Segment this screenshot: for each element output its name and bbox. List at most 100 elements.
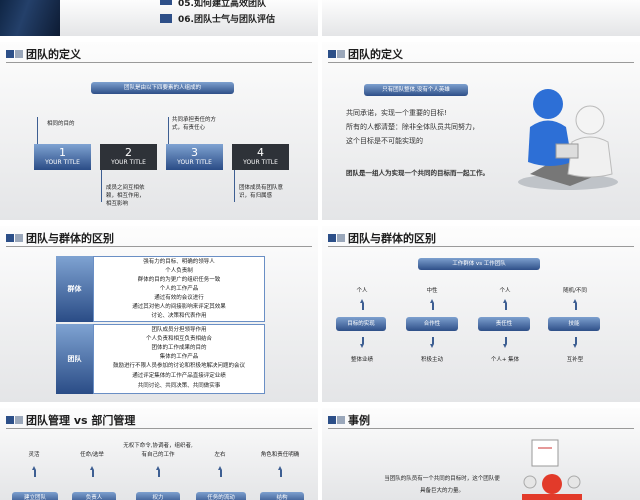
tile-1[interactable]: 1 YOUR TITLE: [34, 144, 91, 170]
tile-4[interactable]: 4 YOUR TITLE: [232, 144, 289, 170]
bottom-box-5: 结构: [260, 492, 304, 500]
top-item-5: 05.如何建立高效团队: [178, 0, 266, 9]
slide-header: 事例: [322, 408, 640, 430]
mid-box-4: 技能: [548, 317, 600, 331]
top-label-3: 有自己的工作: [141, 452, 175, 458]
slide-title: 团队管理 vs 部门管理: [26, 414, 136, 427]
up-arrow-icon: [430, 299, 435, 310]
note-1-line: [37, 117, 38, 144]
down-arrow-icon: [430, 337, 435, 348]
group-line: 群体的目的为更广的组织任务一致: [137, 277, 221, 283]
top-label-4: 随机/不同: [563, 288, 587, 294]
bottom-label-3: 个人+ 集体: [490, 357, 520, 363]
team-line: 团体的工作成果的目的: [151, 345, 207, 351]
group-line: 通过有效的会议进行: [154, 295, 204, 301]
slide-header: 团队与群体的区别: [322, 226, 640, 248]
slide-team-vs-dept[interactable]: 团队管理 vs 部门管理 无权下命令,协调者，组织者, 灵活 任命/选举 有自己…: [0, 408, 318, 500]
bottom-box-2: 负责人: [72, 492, 116, 500]
top-label-2: 任命/选举: [80, 452, 104, 458]
team-figures-illustration: [518, 89, 618, 190]
top-label-4: 左右: [214, 452, 226, 458]
team-line: 共同讨论、共同决策、共同做实事: [137, 383, 221, 389]
slide-title: 团队的定义: [26, 48, 81, 61]
tile-2[interactable]: 2 YOUR TITLE: [100, 144, 157, 170]
note-2: 共同承担责任的方式，有责任心: [172, 117, 217, 131]
note-2-line: [168, 117, 169, 144]
group-label: 群体: [56, 256, 93, 322]
slide-team-vs-group-2[interactable]: 团队与群体的区别 工作群体 vs 工作团队 个人 中性 个人 随机/不同 目标的…: [322, 226, 640, 402]
top-label-5: 角色和责任明确: [260, 452, 300, 458]
slide-header: 团队与群体的区别: [0, 226, 318, 248]
note-3: 成员之间互相依赖，相互作用，相互影响: [106, 185, 145, 207]
up-arrow-icon: [503, 299, 508, 310]
bold-statement: 团队是一组人为实现一个共同的目标而一起工作。: [346, 169, 489, 177]
mid-box-2: 合作性: [406, 317, 458, 331]
bottom-label-4: 互补型: [566, 357, 584, 363]
note-4-line: [234, 170, 235, 202]
example-illustration: [522, 439, 582, 500]
top-label-1: 个人: [356, 288, 368, 294]
team-line: 鼓励进行不限人员参加的讨论和积极地解决问题的会议: [112, 363, 245, 369]
up-arrow-icon: [156, 466, 161, 477]
slide-top-right: [322, 0, 640, 36]
down-arrow-icon: [503, 337, 508, 348]
slide-header: 团队管理 vs 部门管理: [0, 408, 318, 430]
up-arrow-icon: [218, 466, 223, 477]
bottom-box-1: 建立团队: [12, 492, 58, 500]
tile-3[interactable]: 3 YOUR TITLE: [166, 144, 223, 170]
top-label-2: 中性: [426, 288, 438, 294]
slide-team-vs-group-1[interactable]: 团队与群体的区别 群体 团队 强有力的目标、明确的领导人 个人负责制 群体的目的…: [0, 226, 318, 402]
mid-box-1: 目标的实现: [336, 317, 386, 331]
text-line-1: 共同承诺，实现一个重要的目标!: [346, 109, 447, 117]
slide-title: 团队与群体的区别: [26, 232, 114, 245]
top-label-1: 灵活: [28, 452, 40, 458]
mid-box-3: 责任性: [478, 317, 530, 331]
text-line-3: 这个目标是不可能实现的: [346, 137, 423, 145]
up-arrow-icon: [573, 299, 578, 310]
slide-header: 团队的定义: [322, 42, 640, 64]
group-line: 通过其对他人的间接影响来评定其效果: [132, 304, 226, 310]
text-line-2: 所有的人都清楚：除非全体队员共同努力，: [346, 123, 479, 131]
group-line: 讨论、决策和代表作用: [151, 313, 207, 319]
down-arrow-icon: [573, 337, 578, 348]
above-label: 无权下命令,协调者，组织者,: [123, 443, 193, 449]
slide-title: 事例: [348, 414, 370, 427]
slide-team-definition-1[interactable]: 团队的定义 团队是由以下四要素的人组成的 相同的目的 共同承担责任的方式，有责任…: [0, 42, 318, 220]
team-line: 通过评定集体的工作产品直接评定业绩: [132, 373, 226, 379]
top-item-5-marker: [160, 0, 172, 5]
example-text-1: 当团队的队员有一个共同的目标时，这个团队便: [384, 476, 500, 482]
up-arrow-icon: [278, 466, 283, 477]
note-4: 团体成员有团队意识，有归属感: [239, 185, 284, 199]
group-line: 强有力的目标、明确的领导人: [143, 259, 215, 265]
bottom-label-1: 整体业绩: [350, 357, 373, 363]
team-line: 团队成员分担领导作用: [151, 327, 207, 333]
slide-title: 团队与群体的区别: [348, 232, 436, 245]
slide-header: 团队的定义: [0, 42, 318, 64]
banner: 团队是由以下四要素的人组成的: [91, 82, 234, 94]
group-line: 个人的工作产品: [159, 286, 199, 292]
bottom-box-3: 权力: [136, 492, 180, 500]
group-line: 个人负责制: [165, 268, 193, 274]
up-arrow-icon: [360, 299, 365, 310]
slide-title: 团队的定义: [348, 48, 403, 61]
slide-example[interactable]: 事例 当团队的队员有一个共同的目标时，这个团队便 具备巨大的力量。: [322, 408, 640, 500]
top-item-6-marker: [160, 14, 172, 23]
banner: 只有团队整体,没有个人英雄: [364, 84, 468, 96]
top-label-3: 个人: [499, 288, 511, 294]
slide-top-left: 05.如何建立高效团队 06.团队士气与团队评估: [0, 0, 318, 36]
bottom-label-2: 积极主动: [420, 357, 443, 363]
slide-team-definition-2[interactable]: 团队的定义 只有团队整体,没有个人英雄 共同承诺，实现一个重要的目标! 所有的人…: [322, 42, 640, 220]
down-arrow-icon: [360, 337, 365, 348]
note-3-line: [101, 170, 102, 202]
top-item-6: 06.团队士气与团队评估: [178, 15, 275, 25]
team-label: 团队: [56, 324, 93, 394]
banner: 工作群体 vs 工作团队: [418, 258, 540, 270]
slide-photo-strip: [0, 0, 60, 36]
team-line: 集体的工作产品: [159, 354, 199, 360]
bottom-box-4: 任务的流动: [196, 492, 246, 500]
team-line: 个人负责和相互负责相结合: [145, 336, 212, 342]
note-1: 相同的目的: [47, 121, 75, 127]
up-arrow-icon: [32, 466, 37, 477]
example-text-2: 具备巨大的力量。: [419, 488, 464, 494]
up-arrow-icon: [90, 466, 95, 477]
